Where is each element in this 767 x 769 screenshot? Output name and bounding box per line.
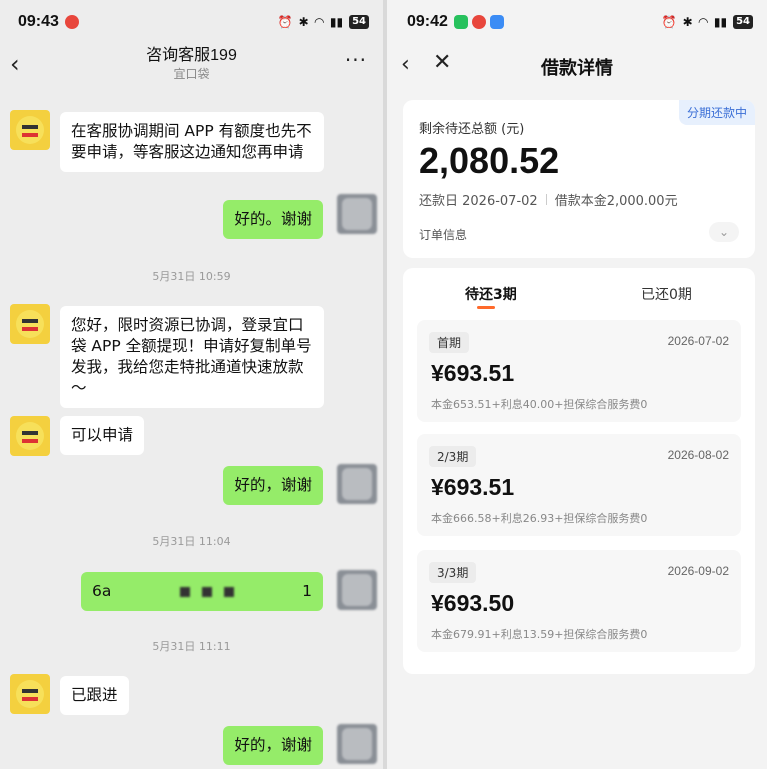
chat-screen: 09:43 ⏰ ✱ ◠ ▮▮ 54 ‹ 咨询客服199 宜口袋 ··· 在客服协… [0, 0, 383, 769]
agent-avatar[interactable] [10, 110, 50, 150]
user-avatar[interactable] [337, 194, 377, 234]
period-amount: ¥693.51 [431, 360, 515, 386]
wechat-icon [453, 15, 468, 29]
period-amount: ¥693.51 [431, 474, 515, 500]
user-avatar[interactable] [337, 724, 377, 764]
nav-bar: ‹ ✕ 借款详情 [387, 44, 767, 88]
period-date: 2026-09-02 [667, 564, 729, 578]
timestamp: 5月31日 10:59 [152, 270, 231, 283]
more-icon[interactable]: ··· [345, 48, 367, 72]
message-bubble-out: 好的，谢谢 [223, 466, 323, 505]
signal-icon: ▮▮ [329, 15, 344, 29]
tab-paid[interactable]: 已还0期 [641, 284, 692, 304]
loan-detail-screen: 09:42 ⏰ ✱ ◠ ▮▮ 54 ‹ ✕ 借款详情 分期还款中 剩余待还总额 … [387, 0, 767, 769]
alarm-icon: ⏰ [661, 15, 677, 29]
period-detail: 本金679.91+利息13.59+担保综合服务费0 [431, 628, 648, 641]
status-icons: ⏰ ✱ ◠ ▮▮ 54 [662, 15, 753, 29]
period-card[interactable]: 3/3期 2026-09-02 ¥693.50 本金679.91+利息13.59… [417, 550, 741, 652]
order-info-label[interactable]: 订单信息 [419, 226, 467, 243]
repayment-plan-card: 待还3期 已还0期 首期 2026-07-02 ¥693.51 本金653.51… [403, 268, 755, 674]
period-name: 3/3期 [429, 562, 477, 583]
due-date: 还款日 2026-07-02 [419, 194, 538, 209]
period-name: 首期 [429, 332, 470, 353]
order-number-end: 1 [302, 582, 312, 600]
wifi-icon: ◠ [314, 15, 324, 29]
loan-meta: 还款日 2026-07-02 借款本金2,000.00元 [419, 190, 678, 209]
period-detail: 本金666.58+利息26.93+担保综合服务费0 [431, 512, 648, 525]
period-amount: ¥693.50 [431, 590, 515, 616]
order-number-redacted [111, 581, 302, 602]
message-bubble-in: 可以申请 [60, 416, 145, 455]
timestamp: 5月31日 11:04 [152, 535, 231, 548]
bluetooth-icon: ✱ [298, 15, 309, 29]
agent-avatar[interactable] [10, 674, 50, 714]
battery-icon: 54 [733, 15, 753, 29]
message-list[interactable]: 在客服协调期间 APP 有额度也先不要申请，等客服这边通知您再申请 好的。谢谢 … [0, 86, 383, 769]
notification-icon [471, 15, 486, 29]
remaining-label: 剩余待还总额 (元) [419, 122, 525, 137]
agent-avatar[interactable] [10, 304, 50, 344]
user-avatar[interactable] [337, 464, 377, 504]
period-name: 2/3期 [429, 446, 477, 467]
status-bar: 09:43 ⏰ ✱ ◠ ▮▮ 54 [0, 0, 383, 44]
timestamp: 5月31日 11:11 [152, 640, 231, 653]
screenshot-root: 09:43 ⏰ ✱ ◠ ▮▮ 54 ‹ 咨询客服199 宜口袋 ··· 在客服协… [0, 0, 767, 769]
message-bubble-in: 在客服协调期间 APP 有额度也先不要申请，等客服这边通知您再申请 [60, 112, 324, 172]
remaining-amount: 2,080.52 [419, 140, 560, 181]
loan-principal: 借款本金2,000.00元 [554, 194, 678, 209]
message-bubble-in: 已跟进 [60, 676, 129, 715]
wifi-icon: ◠ [698, 15, 708, 29]
chevron-down-icon[interactable]: ⌄ [709, 222, 739, 242]
agent-avatar[interactable] [10, 416, 50, 456]
status-time: 09:42 [407, 13, 448, 30]
message-bubble-out: 好的，谢谢 [223, 726, 323, 765]
chat-header: ‹ 咨询客服199 宜口袋 ··· [0, 44, 383, 86]
chat-subtitle: 宜口袋 [173, 67, 210, 81]
bluetooth-icon: ✱ [682, 15, 693, 29]
notification-icon [64, 15, 79, 29]
page-title: 借款详情 [541, 58, 613, 79]
alarm-icon: ⏰ [277, 15, 293, 29]
signal-icon: ▮▮ [713, 15, 728, 29]
status-icons: ⏰ ✱ ◠ ▮▮ 54 [278, 15, 369, 29]
period-date: 2026-08-02 [667, 448, 729, 462]
message-bubble-out: 好的。谢谢 [223, 200, 323, 239]
period-date: 2026-07-02 [667, 334, 729, 348]
meta-separator [545, 194, 547, 205]
summary-card: 分期还款中 剩余待还总额 (元) 2,080.52 还款日 2026-07-02… [403, 100, 755, 258]
status-badge: 分期还款中 [678, 100, 755, 125]
back-icon[interactable]: ‹ [10, 50, 20, 78]
period-card[interactable]: 2/3期 2026-08-02 ¥693.51 本金666.58+利息26.93… [417, 434, 741, 536]
status-time: 09:43 [18, 13, 59, 30]
order-number-start: 6a [92, 582, 112, 600]
chat-title: 咨询客服199 [146, 47, 237, 64]
status-bar: 09:42 ⏰ ✱ ◠ ▮▮ 54 [387, 0, 767, 44]
app-icon [489, 15, 504, 29]
message-bubble-order-number[interactable]: 6a 1 [81, 572, 323, 611]
period-card[interactable]: 首期 2026-07-02 ¥693.51 本金653.51+利息40.00+担… [417, 320, 741, 422]
battery-icon: 54 [349, 15, 369, 29]
tab-pending[interactable]: 待还3期 [465, 284, 517, 309]
message-bubble-in: 您好，限时资源已协调，登录宜口袋 APP 全额提现！申请好复制单号发我，我给您走… [60, 306, 324, 408]
plan-tabs: 待还3期 已还0期 [403, 284, 755, 314]
period-detail: 本金653.51+利息40.00+担保综合服务费0 [431, 398, 648, 411]
user-avatar[interactable] [337, 570, 377, 610]
